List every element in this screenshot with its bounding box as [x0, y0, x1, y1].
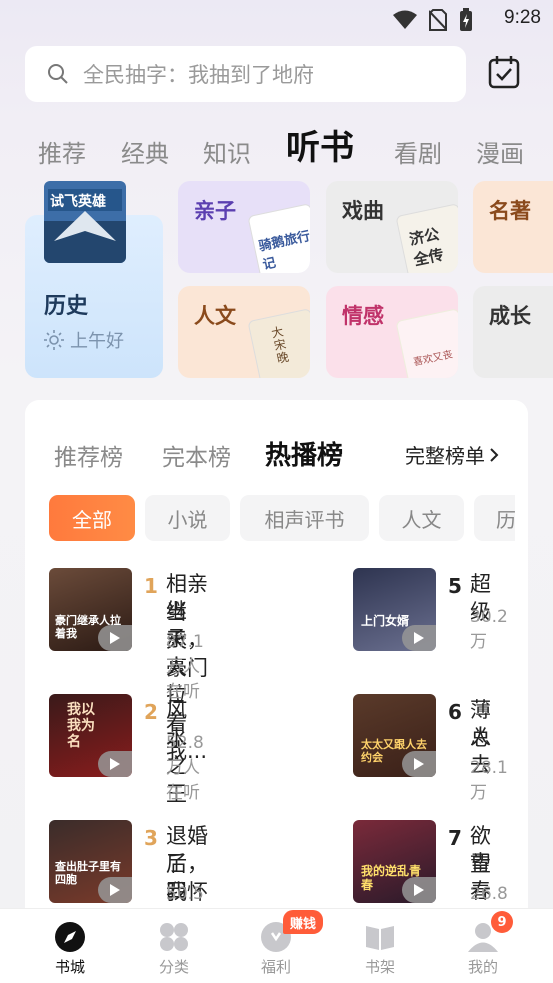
- book-icon: [366, 926, 394, 950]
- tab-drama[interactable]: 看剧: [394, 134, 442, 169]
- channel-tabs: 推荐 经典 知识 听书 看剧 漫画: [38, 118, 553, 178]
- nav-label: 书架: [364, 958, 395, 976]
- play-icon[interactable]: [402, 877, 436, 903]
- status-time: 9:28: [504, 7, 541, 28]
- play-icon[interactable]: [98, 877, 132, 903]
- full-list-label: 完整榜单: [405, 444, 485, 468]
- category-label: 成长: [489, 304, 531, 328]
- no-sim-icon: [429, 9, 447, 31]
- rank-number: 2: [144, 700, 158, 724]
- rank-number: 6: [448, 700, 462, 724]
- rank-number: 5: [448, 574, 462, 598]
- filter-all[interactable]: 全部: [49, 495, 135, 541]
- category-label: 戏曲: [342, 199, 384, 223]
- cover-text: 上门女婿: [361, 614, 410, 628]
- rank-number: 3: [144, 826, 158, 850]
- nav-bookshelf[interactable]: 书架: [340, 909, 420, 983]
- category-art-text: 喜欢又丧: [412, 349, 454, 369]
- earn-badge: 赚钱: [283, 910, 323, 934]
- search-placeholder: 全民抽字：我抽到了地府: [83, 63, 314, 87]
- filter-humanities[interactable]: 人文: [379, 495, 464, 541]
- history-cover: 试飞英雄: [44, 181, 126, 263]
- full-list-link[interactable]: 完整榜单: [405, 440, 499, 469]
- tab-classic[interactable]: 经典: [121, 134, 169, 169]
- filter-history[interactable]: 历: [474, 495, 515, 541]
- chevron-right-icon: [490, 447, 499, 462]
- play-icon[interactable]: [402, 751, 436, 777]
- history-title: 历史: [44, 294, 89, 319]
- listener-count: 87.1万人在听: [166, 632, 204, 702]
- grid-icon: [160, 923, 188, 951]
- category-classics[interactable]: 名著: [473, 181, 553, 273]
- category-emotion[interactable]: 情感 喜欢又丧: [326, 286, 458, 378]
- greeting-text: 上午好: [70, 331, 124, 352]
- status-icons: [393, 8, 473, 32]
- notification-count-badge: 9: [491, 911, 513, 933]
- filter-crosstalk[interactable]: 相声评书: [240, 495, 369, 541]
- tab-completed-ranking[interactable]: 完本榜: [162, 438, 231, 472]
- category-art: 大宋晚: [247, 308, 310, 378]
- listener-count: 30.2万: [470, 607, 508, 652]
- history-cover-text: 试飞英雄: [50, 194, 106, 210]
- search-icon: [48, 64, 68, 84]
- category-label: 亲子: [194, 199, 236, 223]
- category-art-text: 大宋晚: [270, 324, 291, 366]
- category-art: 骑鹅旅行记: [247, 203, 310, 273]
- category-parenting[interactable]: 亲子 骑鹅旅行记: [178, 181, 310, 273]
- listener-count: 28.1万: [470, 758, 508, 803]
- book-cover: 我以我为名: [49, 694, 132, 777]
- nav-label: 书城: [54, 958, 85, 976]
- book-cover: 查出肚子里有四胞: [49, 820, 132, 903]
- rank-number: 7: [448, 826, 462, 850]
- status-bar: 9:28: [0, 0, 553, 38]
- category-art: 喜欢又丧: [395, 308, 458, 378]
- nav-label: 分类: [158, 958, 189, 976]
- tab-recommended-ranking[interactable]: 推荐榜: [54, 438, 123, 472]
- tab-hot-ranking[interactable]: 热播榜: [265, 435, 343, 472]
- bottom-nav: 书城 分类 福利 书架 我的: [0, 908, 553, 983]
- compass-icon: [55, 922, 85, 952]
- category-growth[interactable]: 成长: [473, 286, 553, 378]
- tab-recommend[interactable]: 推荐: [38, 134, 86, 169]
- nav-bookstore[interactable]: 书城: [30, 909, 110, 983]
- category-opera[interactable]: 戏曲 济公全传: [326, 181, 458, 273]
- tab-comics[interactable]: 漫画: [476, 134, 524, 169]
- nav-label: 我的: [467, 958, 498, 976]
- category-label: 情感: [342, 304, 384, 328]
- book-cover: 豪门继承人拉着我: [49, 568, 132, 651]
- tab-audiobook[interactable]: 听书: [286, 120, 354, 169]
- filter-novel[interactable]: 小说: [145, 495, 230, 541]
- cover-text: 我以我为名: [67, 702, 95, 750]
- battery-charging-icon: [460, 8, 472, 31]
- nav-label: 福利: [260, 958, 291, 976]
- category-art-text: 骑鹅旅行记: [257, 229, 310, 273]
- category-humanities[interactable]: 人文 大宋晚: [178, 286, 310, 378]
- book-cover: 我的逆乱青春: [353, 820, 436, 903]
- play-icon[interactable]: [98, 751, 132, 777]
- tab-knowledge[interactable]: 知识: [203, 134, 251, 169]
- nav-category[interactable]: 分类: [134, 909, 214, 983]
- category-label: 名著: [489, 199, 531, 223]
- book-cover: 太太又跟人去约会: [353, 694, 436, 777]
- category-art: 济公全传: [395, 203, 458, 273]
- sun-icon: [44, 330, 64, 350]
- calendar-checkin-icon[interactable]: [486, 54, 522, 90]
- history-greeting-row: 上午好: [44, 327, 124, 353]
- category-art-text: 济公全传: [407, 224, 446, 270]
- search-bar[interactable]: 全民抽字：我抽到了地府: [25, 46, 466, 102]
- book-cover: 上门女婿: [353, 568, 436, 651]
- category-label: 人文: [194, 304, 236, 328]
- listener-count: 52.8万人在听: [166, 733, 204, 803]
- rank-number: 1: [144, 574, 158, 598]
- play-icon[interactable]: [98, 625, 132, 651]
- play-icon[interactable]: [402, 625, 436, 651]
- wifi-icon: [393, 10, 417, 29]
